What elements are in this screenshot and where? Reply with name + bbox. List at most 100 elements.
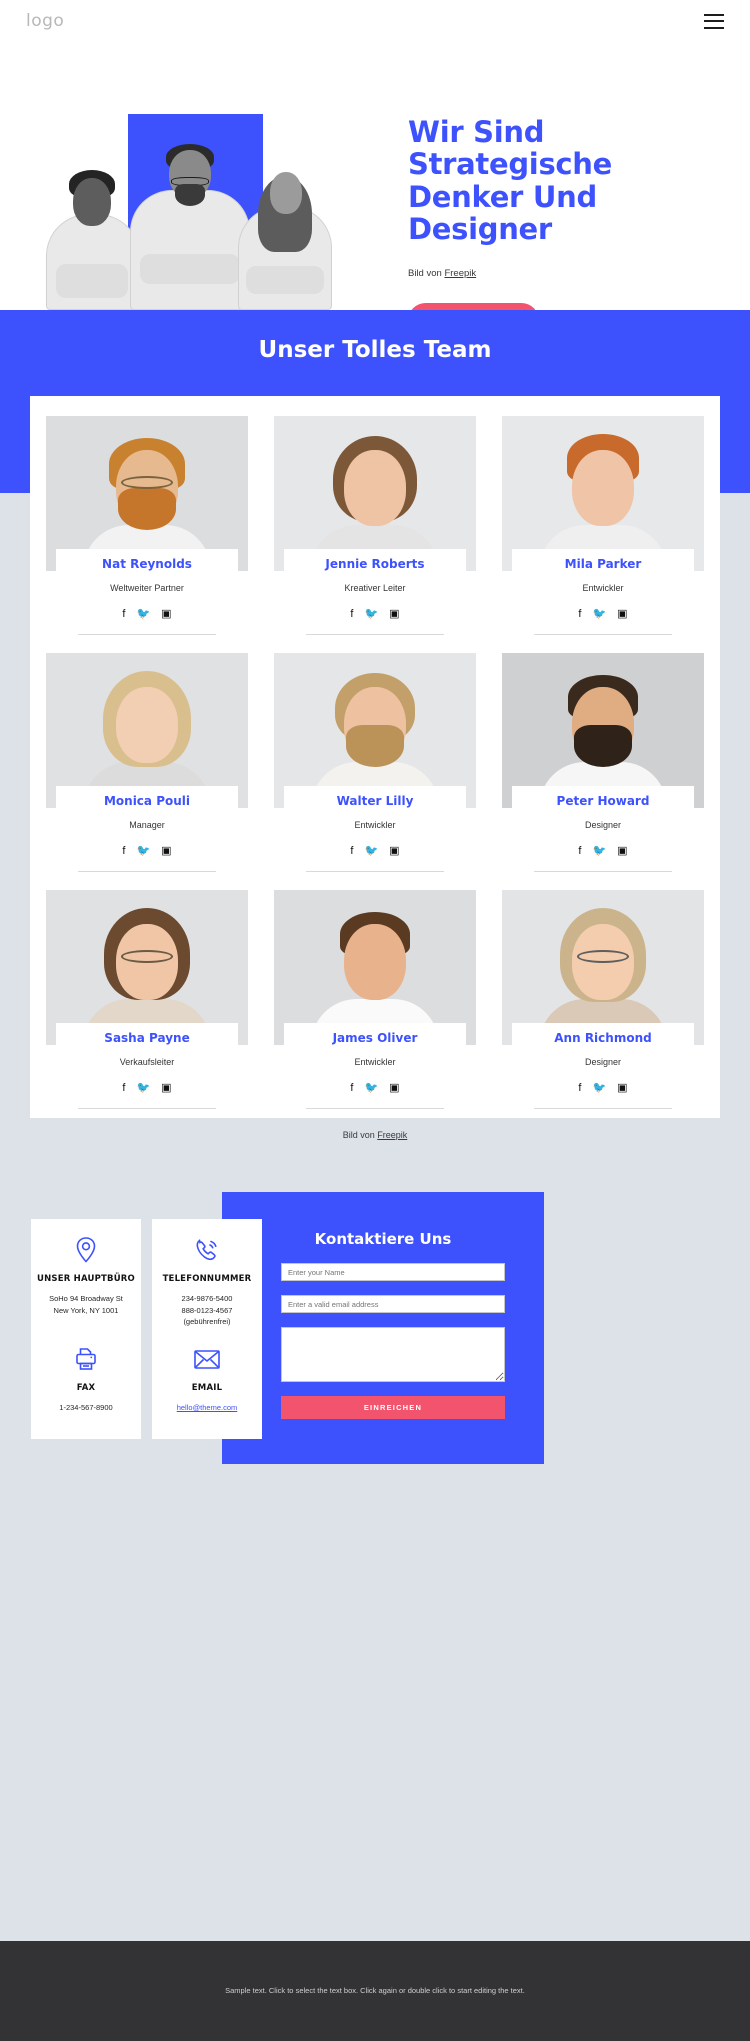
twitter-icon[interactable]: 🐦 — [592, 1083, 606, 1094]
twitter-icon[interactable]: 🐦 — [136, 609, 150, 620]
twitter-icon[interactable]: 🐦 — [364, 1083, 378, 1094]
member-info: Sasha Payne Verkaufsleiter f 🐦 ▣ — [56, 1023, 238, 1109]
facebook-icon[interactable]: f — [122, 846, 125, 857]
member-info: Peter Howard Designer f 🐦 ▣ — [512, 786, 694, 872]
member-info: Walter Lilly Entwickler f 🐦 ▣ — [284, 786, 466, 872]
team-card-container: Nat Reynolds Weltweiter Partner f 🐦 ▣ Je… — [30, 396, 720, 1118]
member-name: Jennie Roberts — [325, 557, 425, 571]
instagram-icon[interactable]: ▣ — [617, 609, 627, 620]
member-name: Sasha Payne — [104, 1031, 190, 1045]
team-member-card[interactable]: Walter Lilly Entwickler f 🐦 ▣ — [274, 653, 476, 872]
hero-credit-link[interactable]: Freepik — [444, 268, 476, 279]
member-photo — [274, 416, 476, 571]
instagram-icon[interactable]: ▣ — [389, 609, 399, 620]
member-info: Mila Parker Entwickler f 🐦 ▣ — [512, 549, 694, 635]
instagram-icon[interactable]: ▣ — [161, 1083, 171, 1094]
contact-card-email: EMAIL hello@theme.com — [152, 1328, 262, 1439]
hero-credit-prefix: Bild von — [408, 267, 445, 279]
facebook-icon[interactable]: f — [122, 609, 125, 620]
member-name: Peter Howard — [556, 794, 650, 808]
member-role: Verkaufsleiter — [119, 1057, 175, 1067]
team-heading: Unser Tolles Team — [258, 337, 492, 363]
member-social-links: f 🐦 ▣ — [516, 846, 690, 857]
facebook-icon[interactable]: f — [350, 1083, 353, 1094]
twitter-icon[interactable]: 🐦 — [364, 846, 378, 857]
twitter-icon[interactable]: 🐦 — [364, 609, 378, 620]
instagram-icon[interactable]: ▣ — [161, 846, 171, 857]
hero-copy: Wir Sind Strategische Denker Und Designe… — [408, 116, 708, 338]
contact-card-lines: SoHo 94 Broadway St New York, NY 1001 — [37, 1293, 135, 1316]
team-credit-prefix: Bild von — [342, 1130, 378, 1140]
contact-card-title: TELEFONNUMMER — [162, 1274, 252, 1284]
team-member-card[interactable]: Ann Richmond Designer f 🐦 ▣ — [502, 890, 704, 1109]
team-member-card[interactable]: Jennie Roberts Kreativer Leiter f 🐦 ▣ — [274, 416, 476, 635]
member-divider — [306, 1108, 444, 1109]
contact-card-line1: 234-9876-5400 — [181, 1294, 233, 1303]
contact-card-lines: hello@theme.com — [158, 1402, 256, 1414]
contact-email-link[interactable]: hello@theme.com — [177, 1403, 238, 1412]
twitter-icon[interactable]: 🐦 — [136, 846, 150, 857]
hamburger-bar — [704, 13, 724, 16]
member-divider — [78, 634, 216, 635]
member-photo — [502, 890, 704, 1045]
team-member-card[interactable]: Sasha Payne Verkaufsleiter f 🐦 ▣ — [46, 890, 248, 1109]
instagram-icon[interactable]: ▣ — [161, 609, 171, 620]
contact-submit-button[interactable]: EINREICHEN — [281, 1396, 505, 1419]
team-member-card[interactable]: Monica Pouli Manager f 🐦 ▣ — [46, 653, 248, 872]
facebook-icon[interactable]: f — [122, 1083, 125, 1094]
facebook-icon[interactable]: f — [578, 846, 581, 857]
site-logo[interactable]: logo — [26, 11, 64, 31]
facebook-icon[interactable]: f — [578, 609, 581, 620]
member-name: Ann Richmond — [554, 1031, 652, 1045]
member-info: Ann Richmond Designer f 🐦 ▣ — [512, 1023, 694, 1109]
member-social-links: f 🐦 ▣ — [60, 846, 234, 857]
member-role: Designer — [584, 820, 622, 830]
contact-card-lines: 234-9876-5400 888-0123-4567 (gebührenfre… — [158, 1293, 256, 1328]
team-member-card[interactable]: Nat Reynolds Weltweiter Partner f 🐦 ▣ — [46, 416, 248, 635]
envelope-icon — [158, 1344, 256, 1374]
member-social-links: f 🐦 ▣ — [60, 1083, 234, 1094]
twitter-icon[interactable]: 🐦 — [592, 609, 606, 620]
facebook-icon[interactable]: f — [578, 1083, 581, 1094]
member-photo — [274, 653, 476, 808]
instagram-icon[interactable]: ▣ — [617, 1083, 627, 1094]
member-social-links: f 🐦 ▣ — [288, 609, 462, 620]
instagram-icon[interactable]: ▣ — [617, 846, 627, 857]
member-role: Entwickler — [582, 583, 624, 593]
printer-icon — [37, 1344, 135, 1374]
member-divider — [306, 871, 444, 872]
instagram-icon[interactable]: ▣ — [389, 1083, 399, 1094]
contact-card-lines: 1-234-567-8900 — [37, 1402, 135, 1414]
contact-email-input[interactable] — [281, 1295, 505, 1313]
member-role: Entwickler — [354, 1057, 396, 1067]
contact-card-line2: New York, NY 1001 — [53, 1305, 119, 1315]
hero-title: Wir Sind Strategische Denker Und Designe… — [408, 115, 613, 247]
instagram-icon[interactable]: ▣ — [389, 846, 399, 857]
contact-card-line2: 888-0123-4567 — [181, 1305, 233, 1315]
team-credit-link[interactable]: Freepik — [377, 1130, 407, 1140]
twitter-icon[interactable]: 🐦 — [592, 846, 606, 857]
member-social-links: f 🐦 ▣ — [60, 609, 234, 620]
facebook-icon[interactable]: f — [350, 609, 353, 620]
team-member-card[interactable]: Mila Parker Entwickler f 🐦 ▣ — [502, 416, 704, 635]
contact-message-textarea[interactable] — [281, 1327, 505, 1382]
twitter-icon[interactable]: 🐦 — [136, 1083, 150, 1094]
hero-section: Wir Sind Strategische Denker Und Designe… — [0, 42, 750, 338]
contact-name-input[interactable] — [281, 1263, 505, 1281]
member-name: James Oliver — [332, 1031, 418, 1045]
member-info: Monica Pouli Manager f 🐦 ▣ — [56, 786, 238, 872]
team-member-card[interactable]: James Oliver Entwickler f 🐦 ▣ — [274, 890, 476, 1109]
team-member-card[interactable]: Peter Howard Designer f 🐦 ▣ — [502, 653, 704, 872]
member-social-links: f 🐦 ▣ — [288, 1083, 462, 1094]
member-divider — [306, 634, 444, 635]
member-photo — [502, 416, 704, 571]
member-photo — [274, 890, 476, 1045]
member-divider — [78, 871, 216, 872]
footer-sample-text: Sample text. Click to select the text bo… — [225, 1986, 525, 1995]
member-name: Walter Lilly — [336, 794, 414, 808]
hamburger-menu-icon[interactable] — [704, 13, 724, 29]
facebook-icon[interactable]: f — [350, 846, 353, 857]
member-role: Weltweiter Partner — [110, 583, 184, 593]
contact-title: Kontaktiere Uns — [314, 1230, 452, 1248]
contact-card-fax: FAX 1-234-567-8900 — [31, 1328, 141, 1439]
